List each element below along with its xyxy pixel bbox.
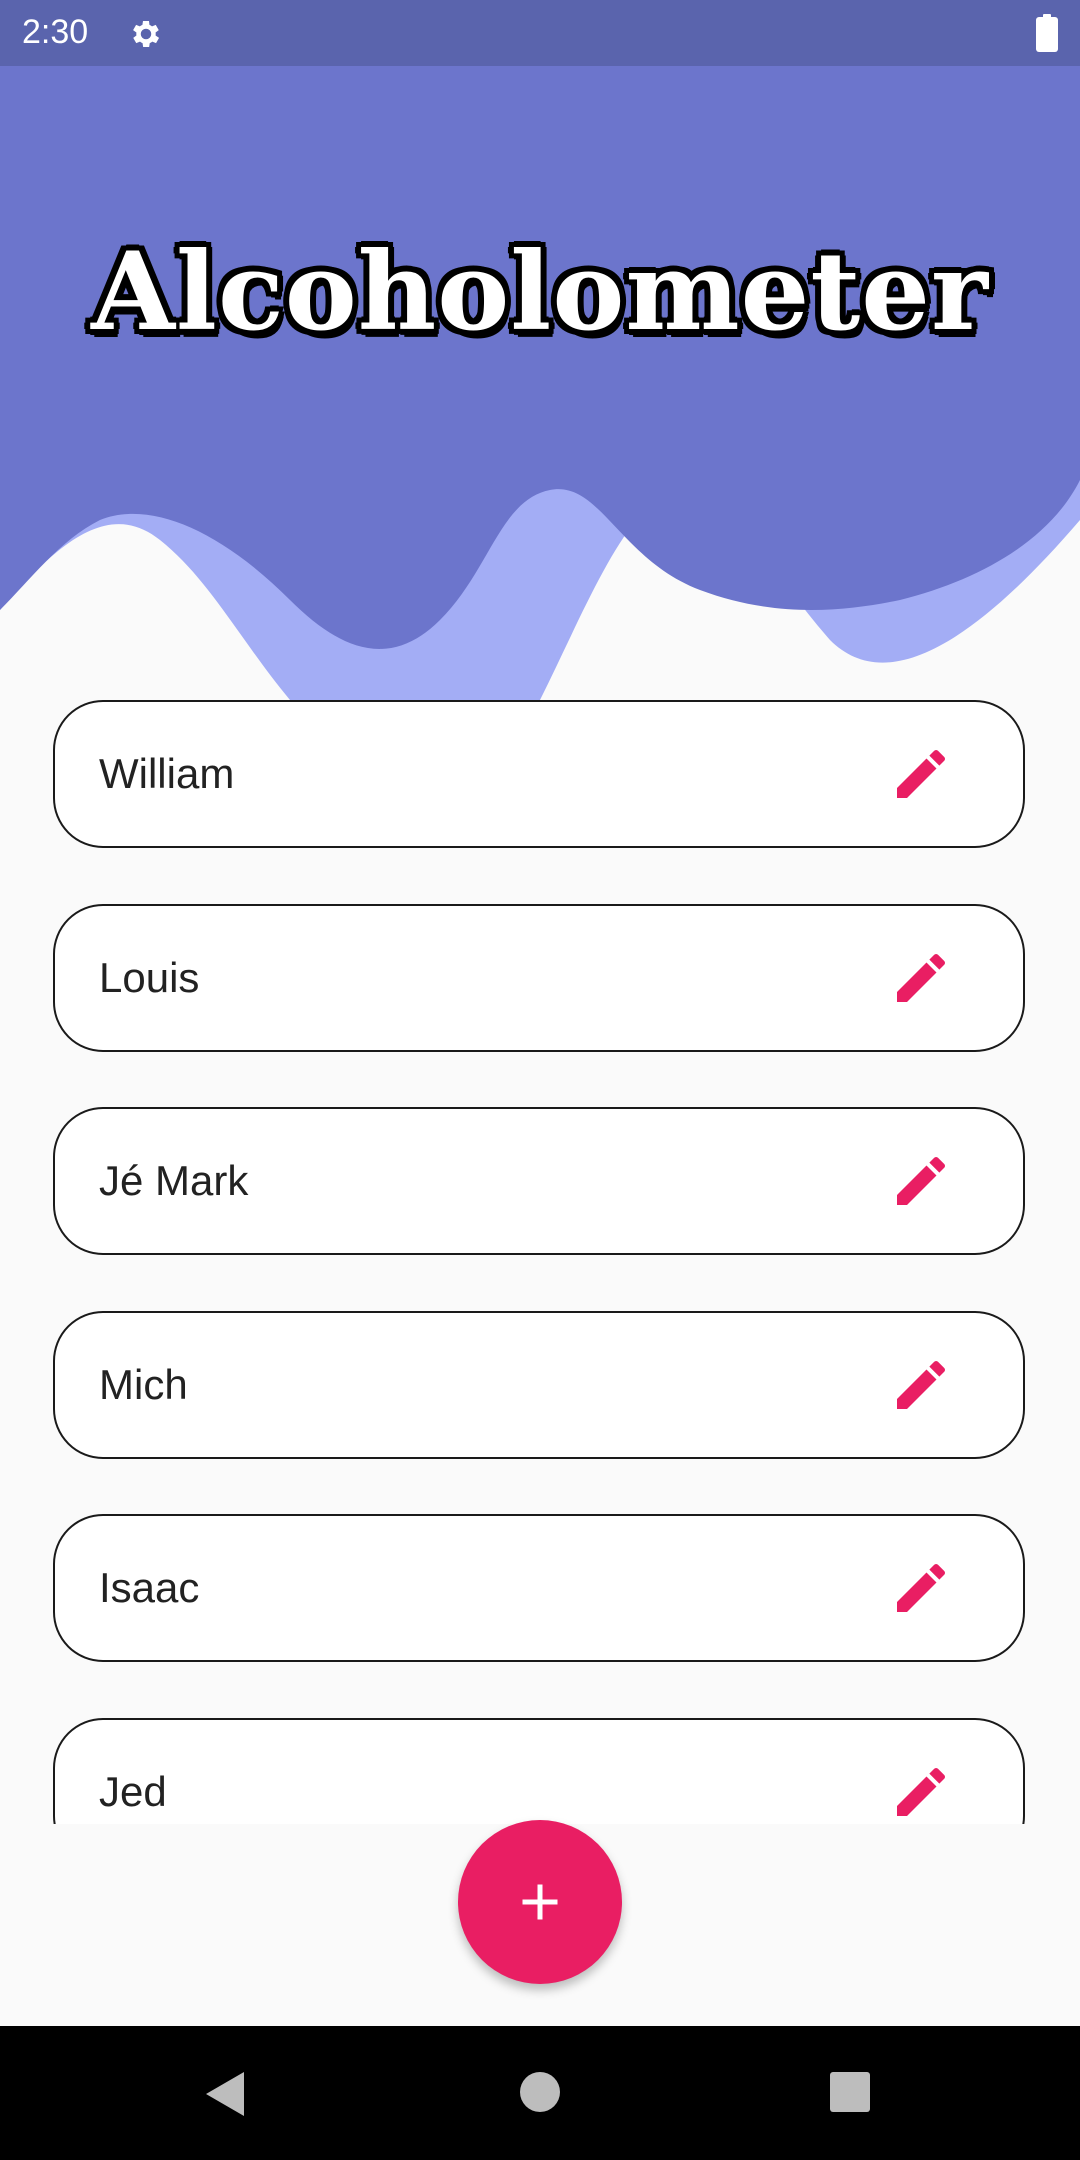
person-name: Louis — [99, 954, 200, 1001]
battery-icon — [1036, 14, 1058, 52]
back-icon[interactable] — [200, 2068, 248, 2120]
person-card-isaac[interactable]: Isaac — [53, 1514, 1025, 1662]
person-card-jed[interactable]: Jed — [53, 1718, 1025, 1824]
person-name: William — [99, 750, 235, 797]
person-card-mich[interactable]: Mich — [53, 1311, 1025, 1459]
person-name: Jed — [99, 1768, 167, 1815]
edit-icon[interactable] — [889, 1149, 953, 1213]
person-card-louis[interactable]: Louis — [53, 904, 1025, 1052]
navigation-bar — [0, 2026, 1080, 2160]
recents-icon[interactable] — [828, 2070, 872, 2114]
person-name: Isaac — [99, 1564, 200, 1611]
edit-icon[interactable] — [889, 1556, 953, 1620]
edit-icon[interactable] — [889, 1760, 953, 1824]
edit-icon[interactable] — [889, 742, 953, 806]
home-icon[interactable] — [518, 2070, 562, 2114]
people-list[interactable]: William Louis Jé Mark Mich Isaac Jed — [0, 700, 1080, 1824]
status-time: 2:30 — [22, 13, 89, 51]
gear-icon — [133, 20, 160, 48]
status-bar: 2:30 — [0, 0, 1080, 66]
person-card-je-mark[interactable]: Jé Mark — [53, 1107, 1025, 1255]
person-card-william[interactable]: William — [53, 700, 1025, 848]
edit-icon[interactable] — [889, 1353, 953, 1417]
person-name: Jé Mark — [99, 1157, 249, 1204]
person-name: Mich — [99, 1361, 188, 1408]
app-title: Alcoholometer — [89, 227, 990, 357]
screen: 2:30 Alcoholometer William Louis Jé Mark… — [0, 0, 1080, 2160]
add-person-button[interactable] — [458, 1820, 622, 1984]
edit-icon[interactable] — [889, 946, 953, 1010]
plus-icon — [522, 1884, 558, 1920]
